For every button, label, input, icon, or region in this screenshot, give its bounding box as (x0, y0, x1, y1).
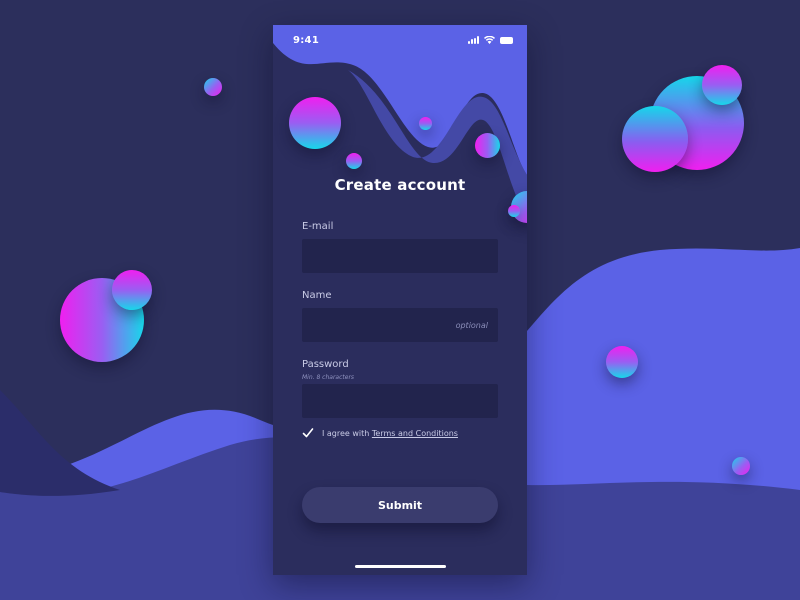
signup-screen: 9:41 Create account E-mail Name Password… (273, 25, 527, 575)
submit-button[interactable]: Submit (302, 487, 498, 523)
bubble-decoration (732, 457, 750, 475)
password-hint: Min. 8 characters (302, 374, 355, 381)
terms-agreement: I agree with Terms and Conditions (302, 427, 458, 439)
password-field[interactable] (302, 384, 498, 418)
bubble-decoration (606, 346, 638, 378)
bubble-decoration (112, 270, 152, 310)
wifi-icon (484, 36, 495, 44)
bubble-decoration (622, 106, 688, 172)
agree-label: I agree with (322, 428, 370, 438)
status-icons (468, 36, 513, 44)
email-field[interactable] (302, 239, 498, 273)
terms-link[interactable]: Terms and Conditions (372, 429, 458, 438)
bubble-decoration (475, 133, 500, 158)
bubble-decoration (204, 78, 222, 96)
password-label: Password (302, 359, 349, 370)
bubble-decoration (419, 117, 432, 130)
bubble-decoration (289, 97, 341, 149)
bubble-decoration (508, 205, 520, 217)
name-field[interactable] (302, 308, 498, 342)
name-label: Name (302, 290, 332, 301)
home-indicator (355, 565, 446, 568)
signal-icon (468, 36, 479, 44)
battery-icon (500, 36, 513, 44)
checkmark-icon[interactable] (302, 427, 314, 439)
page-title: Create account (334, 176, 466, 194)
email-label: E-mail (302, 221, 334, 232)
bubble-decoration (346, 153, 362, 169)
status-bar: 9:41 (273, 25, 527, 55)
status-time: 9:41 (293, 34, 320, 46)
agree-text: I agree with Terms and Conditions (322, 429, 458, 438)
bubble-decoration (702, 65, 742, 105)
